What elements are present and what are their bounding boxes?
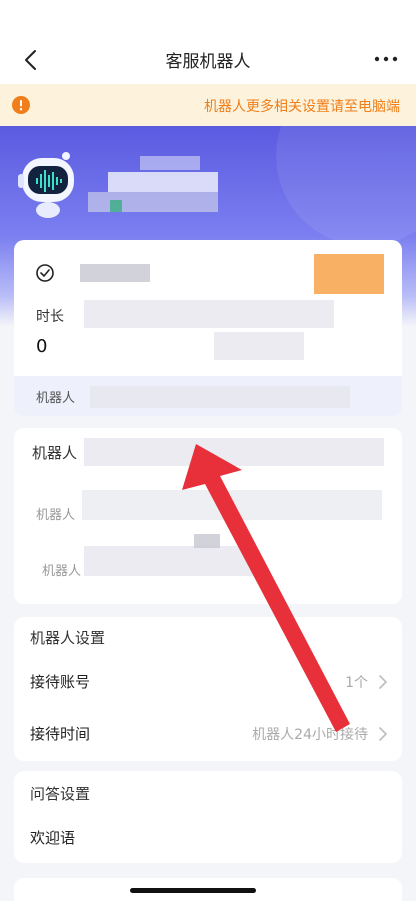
reception-account-row[interactable]: 接待账号 1个 bbox=[14, 661, 402, 701]
robot-info-title: 机器人 bbox=[32, 444, 78, 462]
stats-footer-label: 机器人 bbox=[36, 391, 76, 406]
robot-settings-card: 机器人设置 接待账号 1个 接待时间 机器人24小时接待 bbox=[14, 617, 402, 761]
robot-info-row2: 机器人 bbox=[42, 564, 82, 579]
hero-decoration bbox=[276, 126, 416, 246]
stats-card-footer[interactable]: 机器人 bbox=[14, 376, 402, 416]
reception-time-value: 机器人24小时接待 bbox=[252, 727, 368, 743]
stats-card: 时长 0 机器人 bbox=[14, 240, 402, 416]
reception-time-row[interactable]: 接待时间 机器人24小时接待 bbox=[14, 713, 402, 753]
welcome-message-row[interactable]: 欢迎语 bbox=[14, 817, 402, 857]
reception-account-value: 1个 bbox=[345, 675, 368, 691]
duration-value: 0 bbox=[36, 336, 48, 357]
reception-time-label: 接待时间 bbox=[30, 725, 91, 743]
robot-info-row1: 机器人 bbox=[36, 508, 76, 523]
more-button[interactable] bbox=[374, 51, 398, 67]
robot-avatar-icon bbox=[18, 152, 74, 218]
qa-settings-title: 问答设置 bbox=[30, 785, 91, 803]
robot-settings-title: 机器人设置 bbox=[30, 629, 106, 647]
nav-bar: 客服机器人 bbox=[0, 0, 416, 84]
chevron-right-icon bbox=[379, 727, 388, 741]
qa-settings-card: 问答设置 欢迎语 bbox=[14, 771, 402, 863]
page-title: 客服机器人 bbox=[165, 52, 251, 72]
reception-account-label: 接待账号 bbox=[30, 673, 91, 691]
robot-info-card: 机器人 机器人 机器人 bbox=[14, 428, 402, 604]
chevron-right-icon bbox=[379, 675, 388, 689]
notice-bar[interactable]: 机器人更多相关设置请至电脑端 bbox=[0, 84, 416, 126]
welcome-message-label: 欢迎语 bbox=[30, 829, 76, 847]
more-dots-icon bbox=[374, 56, 398, 62]
duration-label: 时长 bbox=[36, 309, 64, 325]
home-indicator bbox=[130, 888, 256, 893]
warning-circle-icon bbox=[12, 96, 30, 114]
shield-check-icon bbox=[36, 264, 54, 282]
notice-text: 机器人更多相关设置请至电脑端 bbox=[204, 99, 400, 115]
